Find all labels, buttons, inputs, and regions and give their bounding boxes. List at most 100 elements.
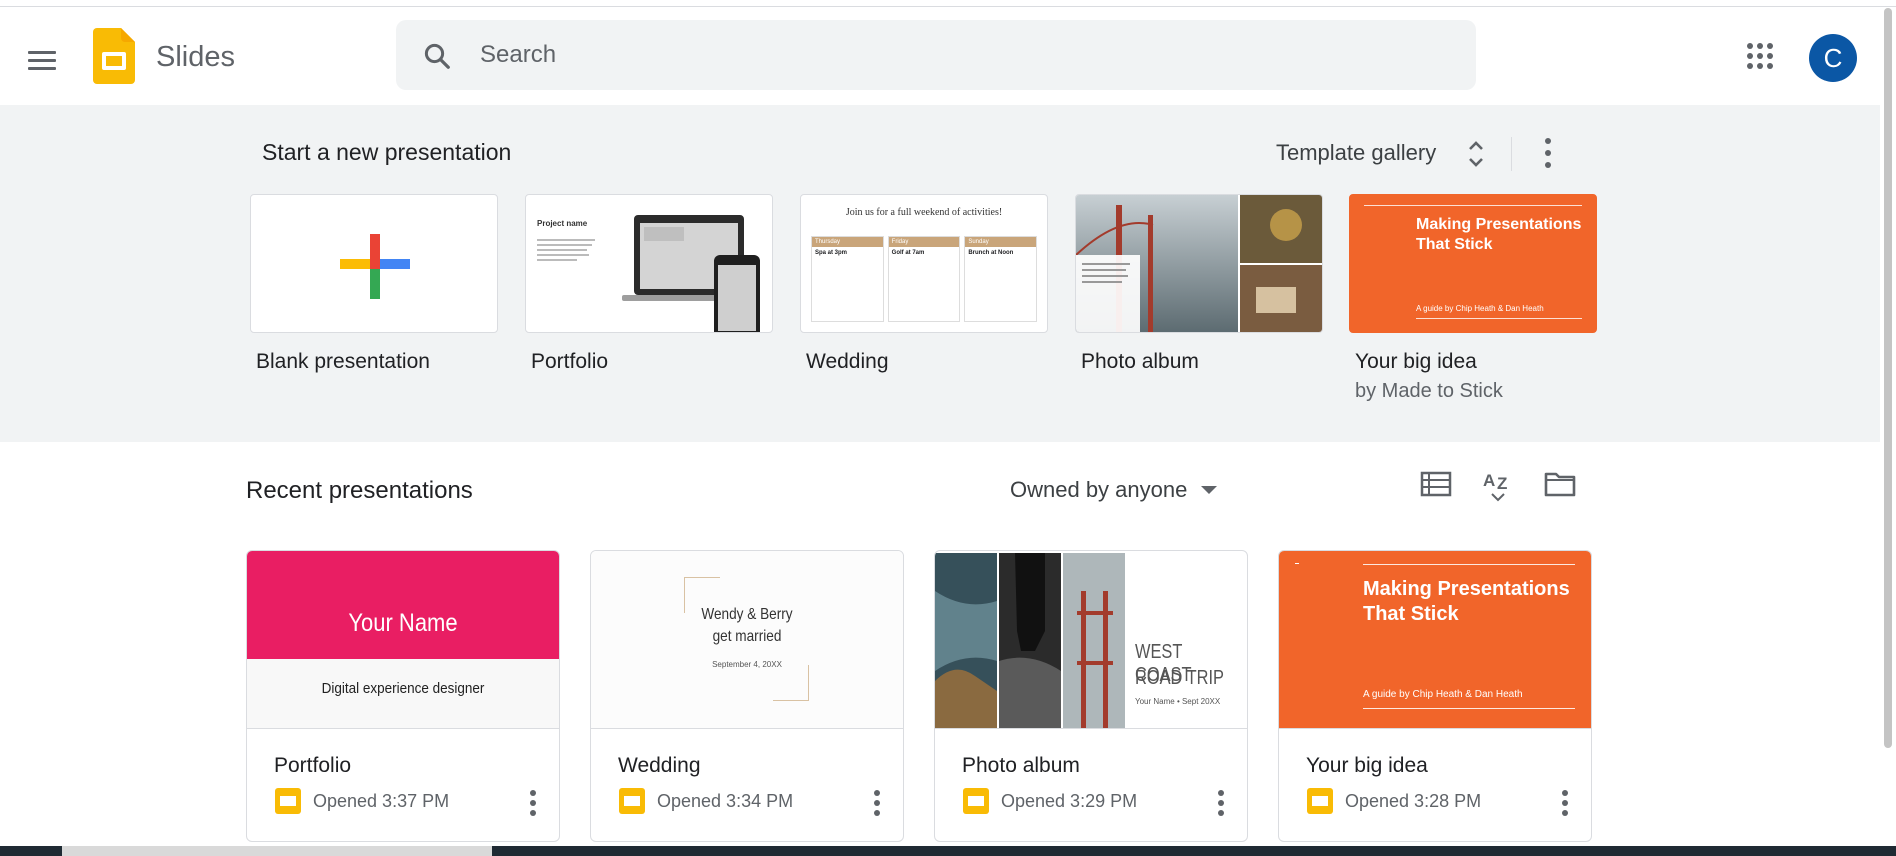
template-gallery-button[interactable]: Template gallery (1268, 131, 1444, 175)
search-bar[interactable] (396, 20, 1476, 90)
doc-thumbnail[interactable]: WEST COAST ROAD TRIP Your Name • Sept 20… (935, 551, 1247, 729)
folder-icon[interactable] (1542, 466, 1578, 502)
slides-logo-icon[interactable] (93, 28, 135, 84)
template-name: Portfolio (531, 350, 609, 373)
template-thumbnail[interactable]: Making Presentations That Stick A guide … (1349, 194, 1597, 333)
template-name: Your big idea (1355, 350, 1477, 373)
template-author: by Made to Stick (1355, 380, 1503, 402)
thumb-title: ROAD TRIP (1135, 667, 1225, 689)
template-more-vert-icon[interactable] (1536, 133, 1560, 173)
template-thumbnail[interactable] (250, 194, 498, 333)
template-section: Start a new presentation Template galler… (0, 105, 1896, 442)
template-name: Wedding (806, 350, 889, 373)
thumb-day: Sunday (965, 237, 1037, 247)
template-section-title: Start a new presentation (262, 139, 512, 165)
doc-name: Photo album (962, 754, 1080, 777)
doc-name: Your big idea (1306, 754, 1428, 777)
unfold-icon[interactable] (1466, 137, 1486, 171)
thumb-event: Golf at 7am (891, 250, 925, 256)
recent-section-title: Recent presentations (246, 477, 473, 504)
template-your-big-idea[interactable]: Making Presentations That Stick A guide … (1349, 194, 1597, 403)
svg-text:Z: Z (1497, 474, 1507, 493)
thumb-day: Thursday (812, 237, 883, 247)
doc-more-vert-icon[interactable] (1553, 788, 1577, 818)
template-thumbnail[interactable]: Join us for a full weekend of activities… (800, 194, 1048, 333)
doc-opened-time: Opened 3:34 PM (657, 790, 794, 811)
thumb-subtitle: Your Name • Sept 20XX (1135, 697, 1221, 706)
template-thumbnail[interactable] (1075, 194, 1323, 333)
slides-file-icon (619, 788, 645, 814)
thumb-rule (1363, 708, 1575, 709)
recent-card-portfolio[interactable]: Your Name Digital experience designer Po… (246, 550, 560, 842)
doc-opened-time: Opened 3:28 PM (1345, 790, 1482, 811)
thumb-subtitle: Digital experience designer (321, 680, 485, 697)
vertical-scrollbar[interactable] (1880, 8, 1896, 848)
apps-grid-icon[interactable] (1746, 42, 1774, 70)
main-menu-button[interactable] (22, 41, 62, 81)
thumb-subtitle: A guide by Chip Heath & Dan Heath (1416, 304, 1544, 313)
thumb-event: Brunch at Noon (968, 250, 1014, 256)
thumb-subtitle: September 4, 20XX (712, 660, 782, 669)
thumb-title: Join us for a full weekend of activities… (845, 207, 1003, 218)
sort-az-icon[interactable]: A Z (1480, 466, 1516, 502)
doc-more-vert-icon[interactable] (865, 788, 889, 818)
doc-name: Wedding (618, 754, 701, 777)
doc-meta: Opened 3:28 PM (1307, 788, 1481, 814)
thumb-title: Wendy & Berry (701, 606, 793, 623)
template-blank[interactable]: Blank presentation (250, 194, 498, 374)
doc-meta: Opened 3:29 PM (963, 788, 1137, 814)
doc-opened-time: Opened 3:37 PM (313, 790, 450, 811)
doc-more-vert-icon[interactable] (1209, 788, 1233, 818)
thumb-title: Project name (537, 219, 588, 228)
thumb-mark (1295, 563, 1299, 564)
thumb-day: Friday (888, 237, 960, 247)
template-portfolio[interactable]: Project name Portfolio (525, 194, 773, 374)
thumb-rule (1363, 564, 1575, 565)
thumb-rule (1416, 318, 1582, 319)
template-name: Photo album (1081, 350, 1199, 373)
thumb-title: get married (712, 628, 782, 645)
list-view-icon[interactable] (1418, 466, 1454, 502)
account-avatar[interactable]: C (1809, 34, 1857, 82)
template-gallery-label: Template gallery (1276, 140, 1437, 165)
thumb-text-lines (537, 239, 597, 261)
recent-card-photo-album[interactable]: WEST COAST ROAD TRIP Your Name • Sept 20… (934, 550, 1248, 842)
thumb-title: Making Presentations That Stick (1363, 578, 1570, 625)
thumb-columns: Thursday Spa at 3pm Friday Golf at 7am S… (811, 236, 1038, 322)
thumb-subtitle: A guide by Chip Heath & Dan Heath (1363, 689, 1523, 700)
owner-filter-label: Owned by anyone (1010, 477, 1188, 502)
svg-text:A: A (1483, 471, 1495, 490)
devices-illustration (622, 215, 760, 332)
slides-file-icon (1307, 788, 1333, 814)
template-wedding[interactable]: Join us for a full weekend of activities… (800, 194, 1048, 374)
thumb-title: Your Name (348, 609, 458, 637)
photo-collage-image (1076, 195, 1322, 332)
owner-filter-dropdown[interactable]: Owned by anyone (1010, 470, 1218, 510)
app-header: Slides C (0, 8, 1896, 105)
divider (1511, 137, 1512, 171)
doc-thumbnail[interactable]: Wendy & Berry get married September 4, 2… (591, 551, 903, 729)
dropdown-caret-icon (1201, 486, 1218, 494)
thumb-title: Making Presentations That Stick (1416, 216, 1582, 253)
template-thumbnail[interactable]: Project name (525, 194, 773, 333)
search-input[interactable] (480, 20, 1440, 90)
plus-icon (340, 234, 410, 299)
thumb-rule (1364, 205, 1582, 206)
search-icon[interactable] (422, 41, 452, 71)
doc-meta: Opened 3:37 PM (275, 788, 449, 814)
slides-file-icon (963, 788, 989, 814)
app-name[interactable]: Slides (156, 41, 235, 74)
thumb-corner (773, 665, 809, 701)
doc-name: Portfolio (274, 754, 352, 777)
doc-thumbnail[interactable]: Making Presentations That Stick A guide … (1279, 551, 1591, 729)
doc-more-vert-icon[interactable] (521, 788, 545, 818)
horizontal-scrollbar-thumb[interactable] (62, 846, 492, 856)
doc-thumbnail[interactable]: Your Name Digital experience designer (247, 551, 559, 729)
template-photo-album[interactable]: Photo album (1075, 194, 1323, 374)
slides-file-icon (275, 788, 301, 814)
thumb-banner (247, 551, 559, 659)
scrollbar-thumb[interactable] (1884, 8, 1892, 748)
browser-top-edge (0, 0, 1896, 7)
recent-card-your-big-idea[interactable]: Making Presentations That Stick A guide … (1278, 550, 1592, 842)
recent-card-wedding[interactable]: Wendy & Berry get married September 4, 2… (590, 550, 904, 842)
